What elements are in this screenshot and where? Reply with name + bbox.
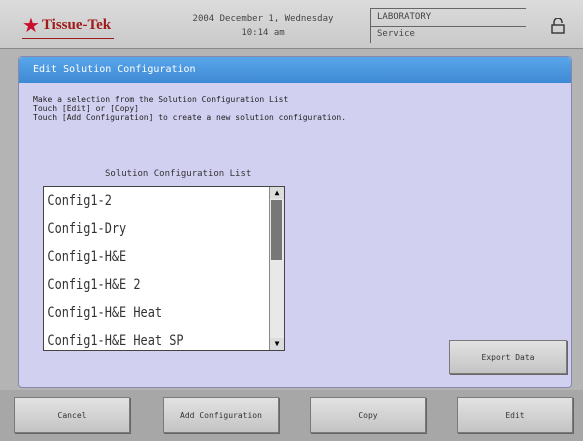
list-item[interactable]: Config1-H&E Heat	[44, 299, 248, 327]
instruction-line: Make a selection from the Solution Confi…	[33, 95, 289, 104]
logo: ★ Tissue-Tek	[22, 13, 112, 37]
scroll-up-icon[interactable]: ▲	[270, 187, 284, 199]
instructions: Make a selection from the Solution Confi…	[33, 95, 346, 122]
export-data-button[interactable]: Export Data	[449, 340, 567, 374]
date-text: 2004 December 1, Wednesday	[192, 14, 334, 24]
list-item[interactable]: Config1-Dry	[44, 215, 248, 243]
star-icon: ★	[22, 13, 40, 37]
lock-icon[interactable]	[551, 18, 565, 34]
datetime: 2004 December 1, Wednesday 10:14 am	[178, 12, 348, 40]
add-configuration-button[interactable]: Add Configuration	[163, 397, 279, 433]
lab-divider	[371, 26, 526, 27]
list-item[interactable]: Config1-2	[44, 187, 248, 215]
cancel-button[interactable]: Cancel	[14, 397, 130, 433]
edit-solution-panel: Edit Solution Configuration Make a selec…	[18, 56, 572, 388]
configuration-list[interactable]: Config1-2 Config1-Dry Config1-H&E Config…	[43, 186, 285, 351]
list-item[interactable]: Config1-H&E	[44, 243, 248, 271]
lab-info: LABORATORY Service	[370, 8, 526, 43]
list-scrollbar[interactable]: ▲ ▼	[269, 187, 284, 350]
logo-underline	[22, 38, 114, 39]
list-item[interactable]: Config1-H&E 2	[44, 271, 248, 299]
bottom-toolbar: Cancel Add Configuration Copy Edit	[0, 390, 583, 441]
scroll-down-icon[interactable]: ▼	[270, 338, 284, 350]
scroll-thumb[interactable]	[271, 200, 282, 260]
lab-title: LABORATORY	[377, 12, 432, 22]
instruction-line: Touch [Edit] or [Copy]	[33, 104, 139, 113]
panel-title: Edit Solution Configuration	[19, 57, 571, 83]
list-item[interactable]: Config1-H&E Heat SP	[44, 327, 248, 350]
list-label: Solution Configuration List	[105, 169, 252, 179]
copy-button[interactable]: Copy	[310, 397, 426, 433]
lab-subtitle: Service	[377, 29, 415, 39]
edit-button[interactable]: Edit	[457, 397, 573, 433]
time-text: 10:14 am	[241, 28, 285, 38]
header-bar: ★ Tissue-Tek 2004 December 1, Wednesday …	[0, 0, 583, 49]
logo-text: Tissue-Tek	[41, 16, 112, 33]
instruction-line: Touch [Add Configuration] to create a ne…	[33, 113, 347, 122]
